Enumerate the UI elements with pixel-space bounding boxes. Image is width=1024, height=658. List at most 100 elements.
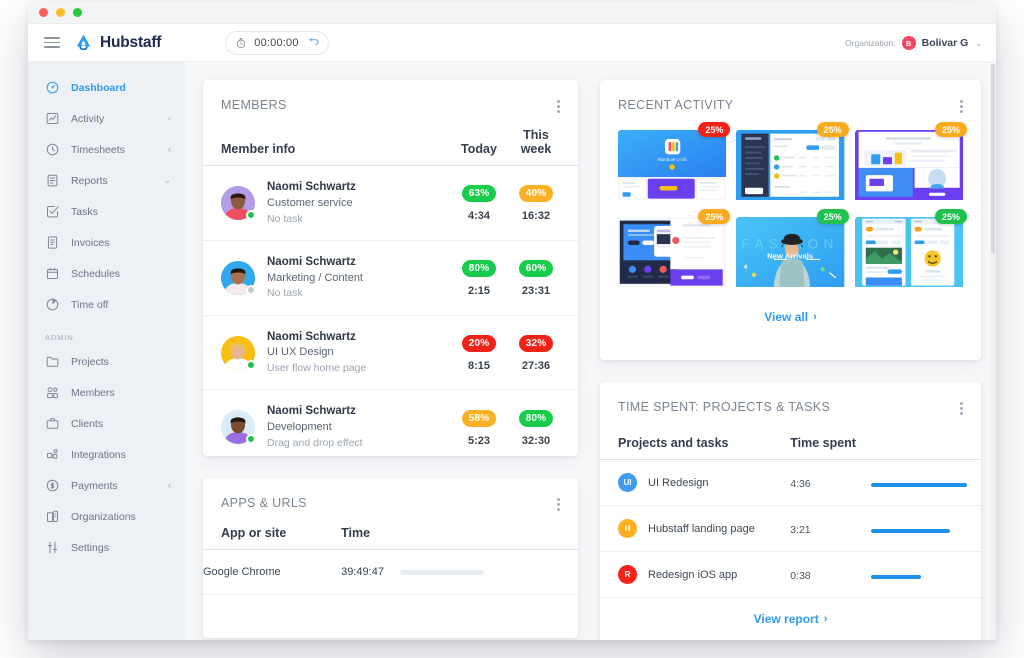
brand-logo[interactable]: Hubstaff [74, 33, 161, 52]
member-name: Naomi Schwartz [267, 405, 356, 418]
view-report-link[interactable]: View report › [600, 598, 981, 626]
activity-thumbnail[interactable]: 25% [854, 209, 967, 294]
window-minimize-button[interactable] [56, 8, 65, 17]
page-scrollbar[interactable] [990, 62, 996, 640]
left-column: MEMBERS Member info Today This week Naom… [203, 80, 578, 640]
member-week-cell: 60% 23:31 [512, 240, 578, 316]
sidebar-item-expand-icon[interactable]: ‹ [168, 481, 171, 490]
brand-name: Hubstaff [100, 33, 162, 51]
members-icon [47, 387, 58, 399]
organization-label: Organization: [845, 38, 896, 48]
sidebar-item-label: Projects [71, 355, 109, 368]
status-badge: 80% [518, 409, 554, 427]
main-content: MEMBERS Member info Today This week Naom… [185, 62, 996, 640]
member-week-cell: 32% 27:36 [512, 315, 578, 391]
project-bar-cell [871, 459, 981, 506]
sidebar-item-payments[interactable]: Payments ‹ [28, 470, 185, 501]
sidebar-item-label: Schedules [71, 267, 121, 280]
app-row[interactable]: Google Chrome 39:49:47 [203, 549, 578, 595]
member-row[interactable]: Naomi Schwartz Marketing / Content No ta… [203, 240, 578, 316]
sidebar-item-label: Organizations [71, 510, 136, 523]
timer-widget[interactable]: 00:00:00 [225, 30, 330, 55]
member-week-cell: 40% 16:32 [512, 165, 578, 241]
sidebar-item-expand-icon[interactable]: ‹ [168, 145, 171, 154]
member-week-duration: 16:32 [521, 210, 551, 223]
sidebar-item-label: Time off [71, 298, 109, 311]
checklist-icon [47, 206, 59, 218]
project-avatar: R [618, 565, 637, 584]
chevron-right-icon: › [813, 311, 817, 323]
sidebar-item-tasks[interactable]: Tasks [28, 196, 185, 227]
project-row[interactable]: H Hubstaff landing page 3:21 [600, 505, 981, 552]
window-maximize-button[interactable] [73, 8, 82, 17]
sidebar-item-clients[interactable]: Clients [28, 408, 185, 439]
member-task: No task [267, 212, 303, 225]
top-navigation-bar: Hubstaff 00:00:00 Organization: B Boliva… [28, 24, 996, 62]
project-time-bar [871, 528, 967, 533]
sidebar-item-activity[interactable]: Activity ‹ [28, 103, 185, 134]
chevron-down-icon[interactable]: ⌄ [975, 39, 982, 48]
organizations-icon [47, 510, 58, 522]
apps-card-title: APPS & URLS [221, 496, 307, 510]
activity-thumbnail[interactable]: 25% [854, 122, 967, 207]
activity-thumbnail-image [618, 217, 727, 294]
stopwatch-icon [237, 37, 246, 48]
project-row[interactable]: R Redesign iOS app 0:38 [600, 551, 981, 598]
member-row[interactable]: Naomi Schwartz UI UX Design User flow ho… [203, 315, 578, 391]
members-col-info: Member info [203, 112, 446, 166]
project-row[interactable]: UI UI Redesign 4:36 [600, 459, 981, 506]
time-spent-card-menu-icon[interactable] [958, 400, 965, 417]
sidebar-item-time-off[interactable]: Time off [28, 289, 185, 320]
sidebar-item-members[interactable]: Members [28, 377, 185, 408]
organization-switcher[interactable]: Organization: B Bolivar G ⌄ [845, 24, 982, 62]
member-info-cell: Naomi Schwartz Marketing / Content No ta… [203, 240, 446, 316]
sidebar-item-projects[interactable]: Projects [28, 346, 185, 377]
activity-thumbnail[interactable]: 25% [736, 122, 849, 207]
activity-screenshot: Rainbow UI kit [618, 130, 727, 201]
activity-screenshot: FASHION New Arrivals [736, 217, 845, 294]
sidebar-item-schedules[interactable]: Schedules [28, 258, 185, 289]
apps-card-menu-icon[interactable] [555, 496, 562, 513]
sidebar-item-settings[interactable]: Settings [28, 532, 185, 563]
dashboard-icon [46, 81, 59, 94]
member-row[interactable]: Naomi Schwartz Customer service No task … [203, 165, 578, 241]
window-titlebar [28, 2, 996, 24]
hamburger-menu-icon[interactable] [44, 37, 60, 48]
start-timer-icon[interactable] [308, 37, 319, 48]
status-badge: 80% [461, 260, 497, 278]
sidebar-item-label: Payments [71, 479, 118, 492]
page-scrollbar-thumb[interactable] [991, 64, 995, 254]
time-spent-card: TIME SPENT: PROJECTS & TASKS Projects an… [600, 382, 981, 640]
status-badge: 63% [461, 185, 497, 203]
activity-card-menu-icon[interactable] [958, 98, 965, 115]
sidebar-item-invoices[interactable]: Invoices [28, 227, 185, 258]
status-badge: 58% [461, 409, 497, 427]
project-time-cell: 0:38 [790, 551, 871, 598]
sidebar-item-expand-icon[interactable]: ⌄ [163, 176, 171, 185]
sidebar-item-dashboard[interactable]: Dashboard [28, 72, 185, 103]
activity-card-title: RECENT ACTIVITY [618, 98, 734, 112]
view-all-link[interactable]: View all › [600, 294, 981, 342]
activity-thumbnail[interactable]: FASHION New Arrivals 25% [736, 209, 849, 294]
window-close-button[interactable] [39, 8, 48, 17]
member-status-dot [246, 284, 256, 295]
time-spent-card-title: TIME SPENT: PROJECTS & TASKS [618, 400, 831, 414]
member-row[interactable]: Naomi Schwartz Development Drag and drop… [203, 389, 578, 466]
sidebar-item-reports[interactable]: Reports ⌄ [28, 165, 185, 196]
members-card-menu-icon[interactable] [555, 98, 562, 115]
sidebar-item-expand-icon[interactable]: ‹ [168, 114, 171, 123]
sidebar-item-organizations[interactable]: Organizations [28, 501, 185, 532]
sidebar-item-label: Timesheets [71, 143, 125, 156]
member-role: Development [267, 421, 332, 434]
sidebar-item-integrations[interactable]: Integrations [28, 439, 185, 470]
sidebar-item-label: Members [71, 386, 115, 399]
sidebar-item-timesheets[interactable]: Timesheets ‹ [28, 134, 185, 165]
activity-thumbnail[interactable]: Rainbow UI kit 25% [618, 122, 731, 207]
activity-thumbnail[interactable]: 25% [618, 209, 731, 294]
activity-thumbnail-image [736, 130, 845, 207]
app-time-cell: 39:49:47 [341, 549, 578, 595]
project-time-bar [871, 482, 967, 487]
project-name: Redesign iOS app [648, 568, 738, 581]
members-card: MEMBERS Member info Today This week Naom… [203, 80, 578, 466]
project-name: UI Redesign [648, 476, 709, 489]
